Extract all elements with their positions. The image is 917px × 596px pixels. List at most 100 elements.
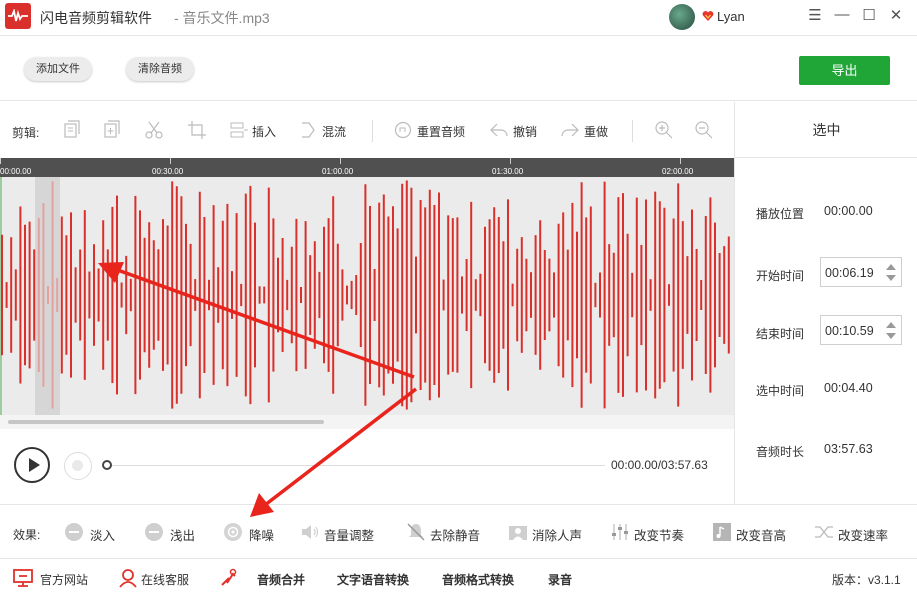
speed-button[interactable]: 改变速率 bbox=[838, 525, 888, 544]
end-time-field[interactable]: 00:10.59 bbox=[820, 315, 902, 345]
record-link[interactable]: 录音 bbox=[548, 571, 572, 588]
ruler-tick-label: 01:30.00 bbox=[492, 167, 524, 176]
support-link[interactable]: 在线客服 bbox=[141, 571, 189, 588]
reset-audio-button[interactable]: 重置音频 bbox=[417, 123, 465, 140]
file-title: - 音乐文件.mp3 bbox=[174, 10, 270, 26]
volume-button[interactable]: 音量调整 bbox=[324, 525, 374, 544]
menu-button[interactable]: ☰ bbox=[806, 6, 824, 24]
play-position-label: 播放位置 bbox=[756, 207, 805, 221]
stop-button[interactable] bbox=[64, 452, 92, 480]
undo-icon[interactable] bbox=[489, 120, 509, 140]
clear-audio-button[interactable]: 清除音频 bbox=[126, 57, 194, 81]
monitor-icon bbox=[13, 569, 33, 587]
toolbar-divider bbox=[632, 120, 633, 142]
mix-icon[interactable] bbox=[299, 120, 319, 140]
ruler-tick bbox=[340, 158, 341, 164]
play-button[interactable] bbox=[14, 447, 50, 483]
ruler-tick bbox=[0, 158, 1, 164]
format-convert-link[interactable]: 音频格式转换 bbox=[442, 571, 514, 588]
mix-button[interactable]: 混流 bbox=[322, 123, 346, 140]
increment-icon[interactable] bbox=[886, 322, 896, 328]
tempo-icon[interactable] bbox=[610, 522, 630, 542]
crop-icon[interactable] bbox=[187, 120, 207, 140]
playback-progress-track[interactable] bbox=[107, 465, 605, 466]
fade-in-icon[interactable] bbox=[64, 522, 84, 542]
paste-icon[interactable] bbox=[102, 120, 122, 140]
undo-button[interactable]: 撤销 bbox=[513, 123, 537, 140]
support-agent-icon bbox=[119, 569, 137, 588]
scrollbar-thumb[interactable] bbox=[8, 420, 324, 424]
copy-icon[interactable] bbox=[62, 120, 82, 140]
app-title: 闪电音频剪辑软件 bbox=[40, 10, 152, 26]
end-time-label: 结束时间 bbox=[756, 327, 805, 341]
decrement-icon[interactable] bbox=[886, 333, 896, 339]
ruler-tick-label: 01:00.00 bbox=[322, 167, 354, 176]
reset-audio-icon[interactable] bbox=[393, 120, 413, 140]
vip-heart-icon bbox=[702, 11, 714, 21]
decrement-icon[interactable] bbox=[886, 275, 896, 281]
edit-label: 剪辑: bbox=[12, 126, 40, 140]
ruler-tick-label: 02:00.00 bbox=[662, 167, 694, 176]
ruler-tick bbox=[510, 158, 511, 164]
username[interactable]: Lyan bbox=[717, 9, 745, 24]
effects-label: 效果: bbox=[13, 528, 41, 542]
zoom-out-icon[interactable] bbox=[694, 120, 714, 140]
increment-icon[interactable] bbox=[886, 264, 896, 270]
selection-panel: 选中 播放位置 00:00.00 开始时间 00:06.19 结束时间 00:1… bbox=[734, 102, 917, 504]
main-toolbar: 添加文件 清除音频 导出 bbox=[0, 37, 917, 101]
start-time-label: 开始时间 bbox=[756, 269, 805, 283]
footer-bar: 官方网站 在线客服 音频合并 文字语音转换 音频格式转换 录音 版本：v3.1.… bbox=[0, 560, 917, 596]
edit-toolbar: 剪辑: 插入 混流 重置音频 撤销 重做 bbox=[0, 102, 734, 158]
panel-heading: 选中 bbox=[735, 102, 917, 158]
fade-out-icon[interactable] bbox=[144, 522, 164, 542]
duration-label: 音频时长 bbox=[756, 445, 805, 459]
denoise-button[interactable]: 降噪 bbox=[249, 525, 274, 544]
redo-button[interactable]: 重做 bbox=[584, 123, 608, 140]
zoom-in-icon[interactable] bbox=[654, 120, 674, 140]
tempo-button[interactable]: 改变节奏 bbox=[634, 525, 684, 544]
playback-progress-knob[interactable] bbox=[102, 460, 112, 470]
toolbar-divider bbox=[372, 120, 373, 142]
waveform-area[interactable] bbox=[0, 177, 734, 415]
fade-in-button[interactable]: 淡入 bbox=[90, 525, 115, 544]
effects-bar: 效果: 淡入 浅出 降噪 音量调整 去除静音 消除人声 改变节奏 改变音高 改变… bbox=[0, 504, 917, 559]
add-file-button[interactable]: 添加文件 bbox=[24, 57, 92, 81]
duration-value: 03:57.63 bbox=[824, 442, 873, 456]
horizontal-scrollbar[interactable] bbox=[0, 415, 734, 429]
insert-button[interactable]: 插入 bbox=[252, 123, 276, 140]
remove-vocals-button[interactable]: 消除人声 bbox=[532, 525, 582, 544]
pitch-icon[interactable] bbox=[712, 522, 732, 542]
ruler-tick-label: 00:00.00 bbox=[0, 167, 32, 176]
start-time-field[interactable]: 00:06.19 bbox=[820, 257, 902, 287]
version-text: 版本：v3.1.1 bbox=[832, 573, 901, 587]
cut-icon[interactable] bbox=[144, 120, 164, 140]
redo-icon[interactable] bbox=[560, 120, 580, 140]
insert-icon[interactable] bbox=[229, 120, 249, 140]
audio-merge-link[interactable]: 音频合并 bbox=[257, 571, 305, 588]
export-button[interactable]: 导出 bbox=[799, 56, 890, 85]
timeline-ruler[interactable]: 00:00.00 00:30.00 01:00.00 01:30.00 02:0… bbox=[0, 158, 734, 177]
close-button[interactable]: ✕ bbox=[887, 6, 905, 24]
speed-icon[interactable] bbox=[814, 522, 834, 542]
end-time-value: 00:10.59 bbox=[825, 324, 874, 338]
start-time-value: 00:06.19 bbox=[825, 266, 874, 280]
remove-silence-button[interactable]: 去除静音 bbox=[430, 525, 480, 544]
website-link[interactable]: 官方网站 bbox=[40, 571, 88, 588]
maximize-button[interactable]: ☐ bbox=[860, 6, 878, 24]
app-logo-icon bbox=[5, 3, 31, 29]
remove-silence-icon[interactable] bbox=[406, 522, 426, 542]
avatar[interactable] bbox=[669, 4, 695, 30]
selected-time-value: 00:04.40 bbox=[824, 381, 873, 395]
volume-icon[interactable] bbox=[300, 522, 320, 542]
tts-link[interactable]: 文字语音转换 bbox=[337, 571, 409, 588]
pitch-button[interactable]: 改变音高 bbox=[736, 525, 786, 544]
ruler-tick bbox=[680, 158, 681, 164]
selected-time-label: 选中时间 bbox=[756, 384, 805, 398]
fade-out-button[interactable]: 浅出 bbox=[170, 525, 195, 544]
merge-tools-icon bbox=[221, 568, 237, 586]
ruler-tick bbox=[170, 158, 171, 164]
app-window: 闪电音频剪辑软件 - 音乐文件.mp3 Lyan ☰ — ☐ ✕ 添加文件 清除… bbox=[0, 0, 917, 596]
denoise-icon[interactable] bbox=[223, 522, 243, 542]
remove-vocals-icon[interactable] bbox=[508, 522, 528, 542]
minimize-button[interactable]: — bbox=[833, 6, 851, 23]
